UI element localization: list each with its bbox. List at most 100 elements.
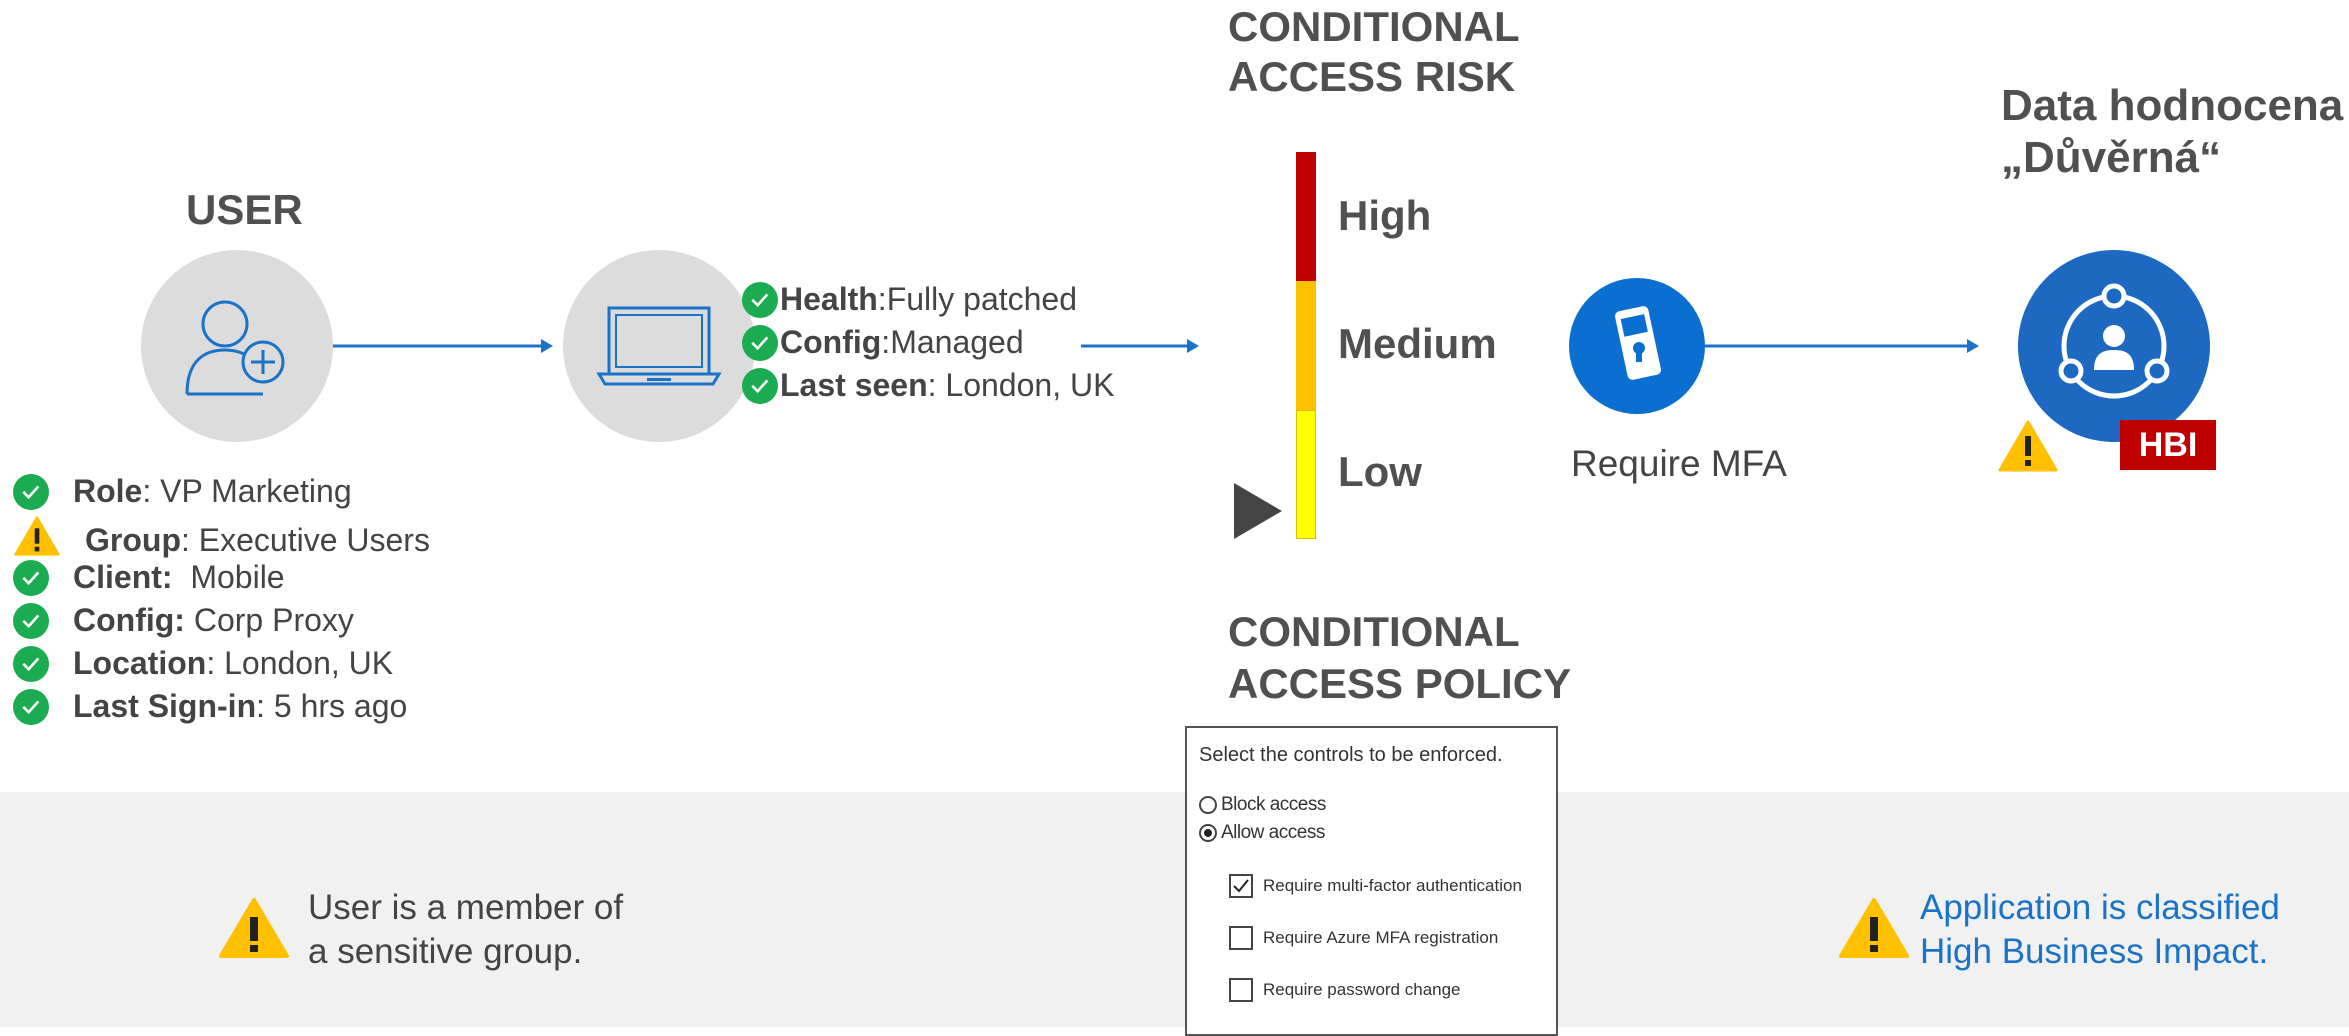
device-attribute-key: Last seen	[780, 367, 928, 403]
require-password-change-label: Require password change	[1263, 980, 1461, 999]
check-icon	[742, 324, 778, 361]
risk-label-low: Low	[1338, 448, 1422, 495]
check-icon	[742, 281, 778, 318]
device-attribute-text: Config:Managed	[780, 324, 1024, 361]
device-attribute-value: :Managed	[881, 324, 1024, 360]
block-access-radio[interactable]: Block access	[1199, 794, 1326, 816]
mfa-circle	[1569, 278, 1705, 414]
data-heading-line1: Data hodnocena	[2001, 81, 2344, 130]
require-mfa-checkbox[interactable]: Require multi-factor authentication	[1229, 874, 1522, 898]
user-attribute-key: Role	[73, 473, 143, 509]
user-attribute-value: Mobile	[172, 559, 285, 595]
policy-heading-line2: ACCESS POLICY	[1228, 660, 1572, 707]
check-icon	[13, 602, 49, 639]
device-attribute-value: :Fully patched	[877, 281, 1078, 317]
device-circle	[563, 250, 755, 442]
user-attribute-text: Last Sign-in: 5 hrs ago	[73, 688, 407, 725]
risk-bar-medium	[1296, 281, 1316, 410]
warning-icon	[13, 516, 61, 564]
user-attribute-text: Group: Executive Users	[85, 522, 430, 559]
data-heading: Data hodnocena „Důvěrná“	[2001, 80, 2343, 184]
require-mfa-label: Require multi-factor authentication	[1263, 876, 1522, 895]
user-attribute-row: Group: Executive Users	[13, 516, 430, 564]
require-mfa-checkbox-box[interactable]	[1229, 874, 1253, 898]
note-right-line2: High Business Impact.	[1920, 932, 2269, 971]
policy-instruction: Select the controls to be enforced.	[1199, 744, 1503, 766]
block-access-label: Block access	[1221, 794, 1326, 815]
data-warning-icon	[1998, 420, 2058, 472]
allow-access-radio-circle[interactable]	[1199, 824, 1217, 842]
device-attribute-row: Config:Managed	[742, 324, 1024, 361]
user-attribute-value: : 5 hrs ago	[256, 688, 408, 724]
add-user-icon	[185, 300, 285, 396]
shared-user-icon	[2058, 283, 2170, 399]
require-mfa-registration-checkbox-box[interactable]	[1229, 926, 1253, 950]
user-attribute-key: Location	[73, 645, 207, 681]
user-attribute-text: Location: London, UK	[73, 645, 393, 682]
require-password-change-checkbox-box[interactable]	[1229, 978, 1253, 1002]
hbi-badge: HBI	[2120, 420, 2216, 470]
user-heading: USER	[186, 186, 303, 233]
device-attribute-text: Health:Fully patched	[780, 281, 1077, 318]
user-attribute-value: : London, UK	[206, 645, 394, 681]
user-attribute-text: Client: Mobile	[73, 559, 285, 596]
risk-bar	[1296, 152, 1316, 539]
laptop-icon	[596, 306, 722, 386]
allow-access-label: Allow access	[1221, 822, 1325, 843]
risk-heading-line1: CONDITIONAL	[1228, 3, 1520, 50]
user-attribute-text: Config: Corp Proxy	[73, 602, 354, 639]
policy-panel: Select the controls to be enforced. Bloc…	[1185, 726, 1558, 1036]
note-left-warning-icon	[219, 898, 289, 958]
user-attribute-value: : Executive Users	[180, 521, 430, 558]
user-attribute-row: Config: Corp Proxy	[13, 602, 354, 639]
risk-label-high: High	[1338, 192, 1432, 239]
checkmark-icon	[1233, 879, 1249, 893]
user-attribute-text: Role: VP Marketing	[73, 473, 352, 510]
user-attribute-value: Corp Proxy	[184, 602, 354, 638]
note-left-line2: a sensitive group.	[308, 932, 583, 971]
arrow-mfa-to-data	[1705, 339, 1979, 353]
risk-label-medium: Medium	[1338, 320, 1497, 367]
block-access-radio-circle[interactable]	[1199, 796, 1217, 814]
require-password-change-checkbox[interactable]: Require password change	[1229, 978, 1461, 1002]
check-icon	[13, 645, 49, 682]
user-attribute-value: : VP Marketing	[142, 473, 352, 509]
user-attribute-key: Group	[85, 521, 181, 558]
policy-heading: CONDITIONAL ACCESS POLICY	[1228, 606, 1571, 710]
note-right: Application is classified High Business …	[1920, 886, 2280, 974]
device-attribute-value: : London, UK	[927, 367, 1115, 403]
check-icon	[742, 367, 778, 404]
data-heading-line2: „Důvěrná“	[2001, 133, 2222, 182]
data-circle	[2018, 250, 2210, 442]
allow-access-radio[interactable]: Allow access	[1199, 822, 1325, 844]
user-attribute-key: Client:	[73, 559, 173, 595]
device-attribute-key: Config	[780, 324, 882, 360]
risk-bar-low	[1296, 410, 1316, 539]
check-icon	[13, 559, 49, 596]
device-attribute-text: Last seen: London, UK	[780, 367, 1114, 404]
note-right-line1: Application is classified	[1920, 888, 2280, 927]
arrow-user-to-device	[333, 339, 553, 353]
device-attribute-row: Health:Fully patched	[742, 281, 1077, 318]
policy-heading-line1: CONDITIONAL	[1228, 608, 1520, 655]
risk-heading-line2: ACCESS RISK	[1228, 53, 1516, 100]
check-icon	[13, 688, 49, 725]
require-mfa-registration-checkbox[interactable]: Require Azure MFA registration	[1229, 926, 1498, 950]
note-left: User is a member of a sensitive group.	[308, 886, 623, 974]
risk-bar-high	[1296, 152, 1316, 281]
user-circle	[141, 250, 333, 442]
user-attribute-row: Last Sign-in: 5 hrs ago	[13, 688, 407, 725]
device-attribute-row: Last seen: London, UK	[742, 367, 1114, 404]
check-icon	[13, 473, 49, 510]
user-attribute-key: Config:	[73, 602, 185, 638]
require-mfa-registration-label: Require Azure MFA registration	[1263, 928, 1499, 947]
phone-lock-icon	[1615, 306, 1661, 380]
risk-heading: CONDITIONAL ACCESS RISK	[1228, 2, 1520, 102]
user-attribute-key: Last Sign-in	[73, 688, 257, 724]
mfa-label: Require MFA	[1571, 443, 1787, 484]
note-right-warning-icon	[1839, 898, 1909, 958]
user-attribute-row: Location: London, UK	[13, 645, 393, 682]
device-attribute-key: Health	[780, 281, 878, 317]
risk-level-pointer	[1234, 483, 1282, 539]
arrow-device-to-risk	[1081, 339, 1199, 353]
